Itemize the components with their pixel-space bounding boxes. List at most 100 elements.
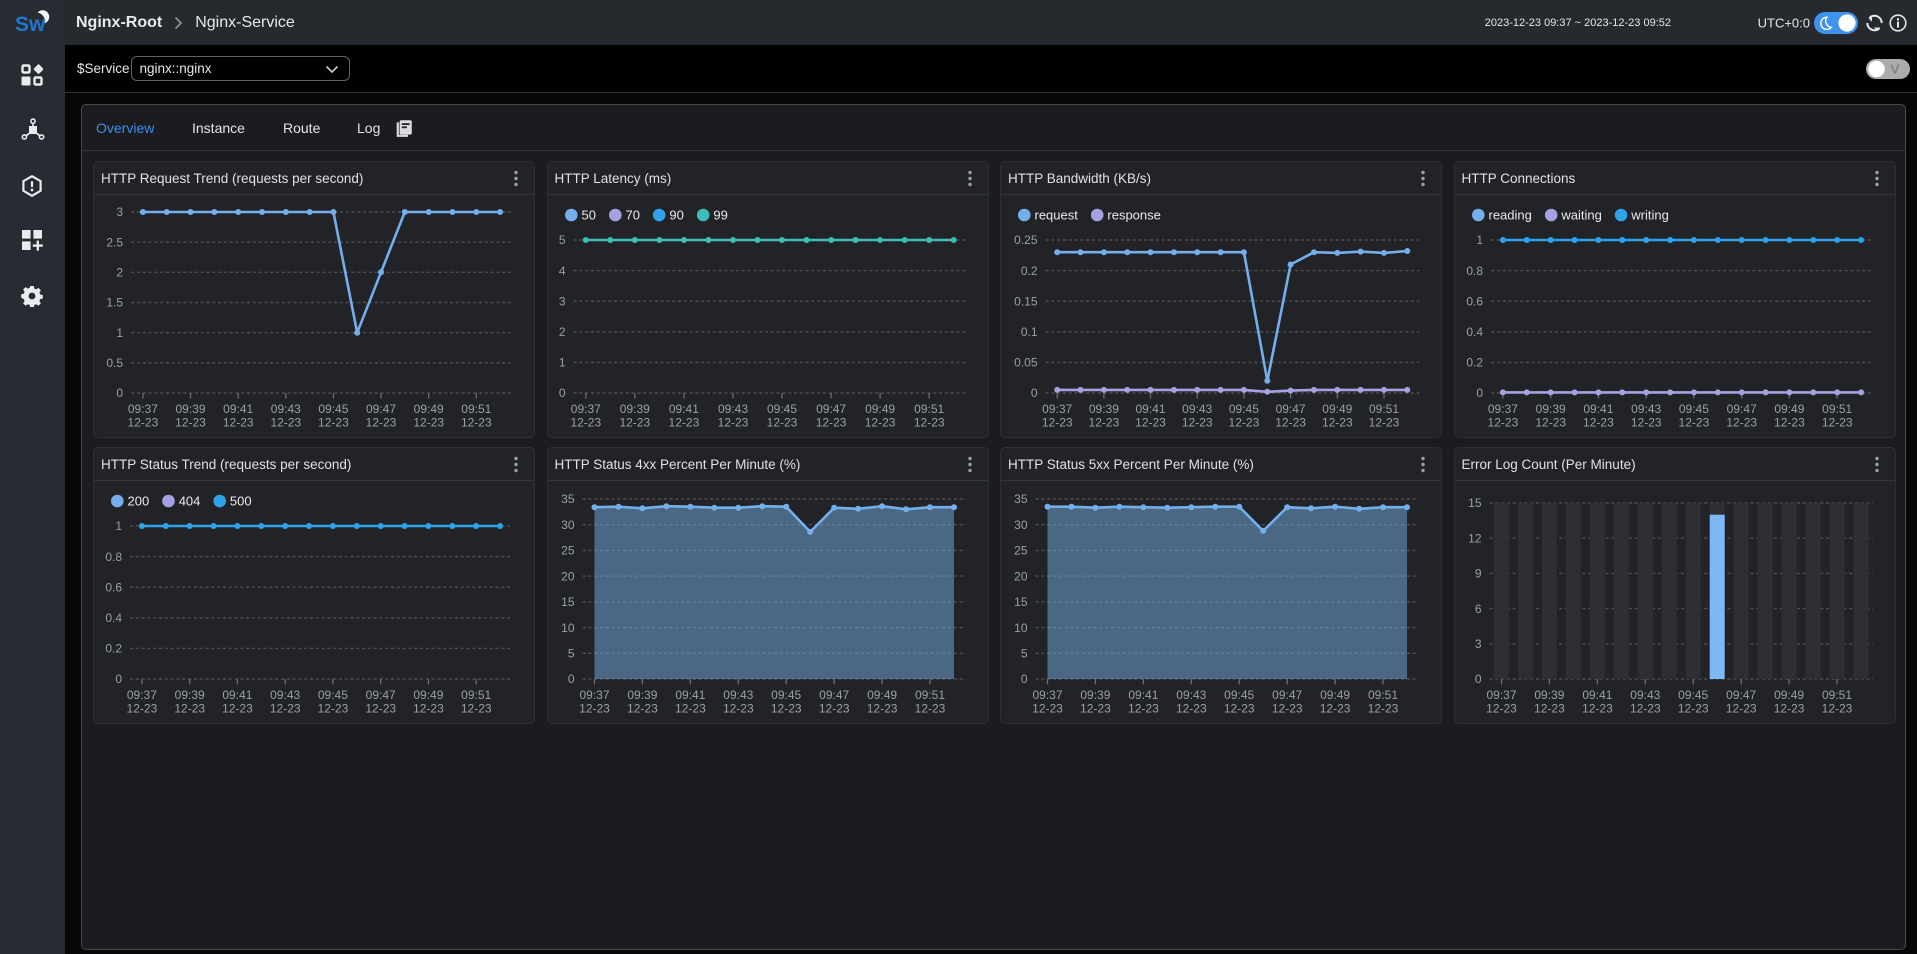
svg-text:09:37: 09:37: [1486, 688, 1516, 702]
svg-text:12-23: 12-23: [1535, 416, 1566, 430]
svg-text:09:51: 09:51: [1821, 688, 1851, 702]
svg-text:25: 25: [1014, 544, 1028, 558]
svg-text:12-23: 12-23: [864, 416, 895, 430]
svg-text:12-23: 12-23: [1534, 702, 1565, 716]
svg-text:35: 35: [1014, 492, 1028, 506]
svg-text:0: 0: [116, 386, 123, 400]
svg-text:09:45: 09:45: [766, 402, 796, 416]
svg-text:09:47: 09:47: [1272, 688, 1302, 702]
svg-text:0.4: 0.4: [1466, 325, 1483, 339]
svg-text:12-23: 12-23: [815, 416, 846, 430]
svg-text:09:43: 09:43: [1631, 402, 1661, 416]
svg-text:0.25: 0.25: [1014, 233, 1038, 247]
svg-text:12-23: 12-23: [1678, 416, 1709, 430]
svg-text:12-23: 12-23: [914, 702, 945, 716]
svg-text:30: 30: [1014, 518, 1028, 532]
svg-text:9: 9: [1474, 567, 1481, 581]
svg-text:0.2: 0.2: [105, 642, 122, 656]
svg-text:09:41: 09:41: [223, 402, 253, 416]
svg-text:12-23: 12-23: [1182, 416, 1213, 430]
svg-text:09:43: 09:43: [271, 402, 301, 416]
svg-text:12-23: 12-23: [1275, 416, 1306, 430]
svg-text:12-23: 12-23: [913, 416, 944, 430]
svg-text:12-23: 12-23: [1368, 702, 1399, 716]
svg-text:15: 15: [561, 595, 575, 609]
svg-text:12-23: 12-23: [668, 416, 699, 430]
svg-text:12: 12: [1468, 531, 1482, 545]
svg-text:12-23: 12-23: [1229, 416, 1260, 430]
svg-text:09:45: 09:45: [771, 688, 801, 702]
svg-text:12-23: 12-23: [1629, 702, 1660, 716]
svg-text:12-23: 12-23: [175, 416, 206, 430]
svg-text:response: response: [1107, 207, 1160, 222]
svg-text:09:41: 09:41: [1583, 402, 1613, 416]
svg-text:09:45: 09:45: [1678, 688, 1708, 702]
svg-text:0: 0: [115, 672, 122, 686]
svg-text:3: 3: [558, 294, 565, 308]
svg-text:09:43: 09:43: [1630, 688, 1660, 702]
svg-text:12-23: 12-23: [413, 702, 444, 716]
svg-text:09:51: 09:51: [461, 688, 491, 702]
svg-text:12-23: 12-23: [222, 702, 253, 716]
svg-text:09:37: 09:37: [127, 688, 157, 702]
svg-text:4: 4: [558, 264, 565, 278]
svg-text:12-23: 12-23: [1032, 702, 1063, 716]
svg-text:09:41: 09:41: [222, 688, 252, 702]
svg-text:3: 3: [116, 205, 123, 219]
svg-text:10: 10: [1014, 621, 1028, 635]
svg-text:0.1: 0.1: [1021, 325, 1038, 339]
svg-text:09:51: 09:51: [1369, 402, 1399, 416]
svg-text:90: 90: [669, 207, 683, 222]
svg-text:09:49: 09:49: [414, 402, 444, 416]
svg-text:12-23: 12-23: [318, 416, 349, 430]
svg-text:0: 0: [1476, 386, 1483, 400]
svg-text:5: 5: [567, 647, 574, 661]
svg-text:writing: writing: [1630, 207, 1669, 222]
svg-text:12-23: 12-23: [128, 416, 159, 430]
svg-text:50: 50: [581, 207, 595, 222]
svg-text:09:47: 09:47: [1726, 688, 1756, 702]
svg-text:12-23: 12-23: [627, 702, 658, 716]
svg-text:12-23: 12-23: [1322, 416, 1353, 430]
svg-text:0.15: 0.15: [1014, 294, 1038, 308]
svg-text:12-23: 12-23: [619, 416, 650, 430]
svg-text:12-23: 12-23: [818, 702, 849, 716]
svg-text:0: 0: [558, 386, 565, 400]
svg-text:12-23: 12-23: [1135, 416, 1166, 430]
svg-text:12-23: 12-23: [1582, 702, 1613, 716]
svg-text:09:45: 09:45: [1229, 402, 1259, 416]
svg-text:0.5: 0.5: [106, 356, 123, 370]
svg-text:35: 35: [561, 492, 575, 506]
svg-text:09:43: 09:43: [270, 688, 300, 702]
svg-text:20: 20: [561, 569, 575, 583]
svg-text:12-23: 12-23: [766, 416, 797, 430]
svg-text:12-23: 12-23: [722, 702, 753, 716]
svg-text:09:49: 09:49: [1322, 402, 1352, 416]
svg-text:200: 200: [128, 493, 150, 508]
svg-text:12-23: 12-23: [270, 416, 301, 430]
svg-text:waiting: waiting: [1560, 207, 1601, 222]
svg-text:09:51: 09:51: [1822, 402, 1852, 416]
svg-text:09:39: 09:39: [1534, 688, 1564, 702]
svg-text:09:37: 09:37: [1042, 402, 1072, 416]
svg-text:09:45: 09:45: [318, 402, 348, 416]
svg-text:09:37: 09:37: [128, 402, 158, 416]
svg-text:09:39: 09:39: [175, 688, 205, 702]
svg-text:12-23: 12-23: [1773, 702, 1804, 716]
svg-text:12-23: 12-23: [461, 416, 492, 430]
svg-text:09:49: 09:49: [1774, 402, 1804, 416]
svg-text:0.6: 0.6: [105, 580, 122, 594]
svg-text:09:37: 09:37: [1032, 688, 1062, 702]
svg-text:25: 25: [561, 544, 575, 558]
svg-text:09:41: 09:41: [675, 688, 705, 702]
svg-text:09:37: 09:37: [1487, 402, 1517, 416]
svg-text:12-23: 12-23: [223, 416, 254, 430]
svg-text:12-23: 12-23: [1774, 416, 1805, 430]
svg-text:1: 1: [115, 519, 122, 533]
svg-text:12-23: 12-23: [570, 416, 601, 430]
svg-text:09:41: 09:41: [1135, 402, 1165, 416]
svg-text:V: V: [1891, 62, 1900, 77]
svg-text:12-23: 12-23: [1089, 416, 1120, 430]
svg-text:09:51: 09:51: [914, 402, 944, 416]
svg-text:09:49: 09:49: [1774, 688, 1804, 702]
